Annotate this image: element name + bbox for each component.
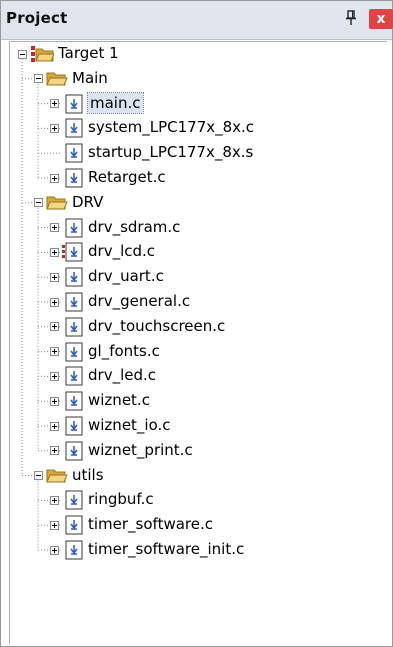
node-label: drv_touchscreen.c xyxy=(88,316,226,335)
node-label: startup_LPC177x_8x.s xyxy=(88,143,254,162)
source-file-icon xyxy=(62,267,84,291)
node-label: drv_general.c xyxy=(88,292,191,310)
source-file-icon xyxy=(62,441,84,465)
collapse-icon[interactable] xyxy=(33,471,43,481)
expand-icon[interactable] xyxy=(49,347,59,357)
expand-icon[interactable] xyxy=(49,446,59,456)
expand-icon[interactable] xyxy=(49,123,59,133)
node-label: drv_lcd.c xyxy=(88,242,156,261)
collapse-icon[interactable] xyxy=(33,74,43,84)
folder-open-icon xyxy=(46,70,68,91)
node-label: drv_sdram.c xyxy=(88,217,181,236)
tree-node-group-utils[interactable]: utils xyxy=(10,464,380,488)
source-file-icon xyxy=(62,342,84,366)
tree-node-file[interactable]: main.c xyxy=(10,91,380,118)
node-label: gl_fonts.c xyxy=(88,341,160,360)
collapse-icon[interactable] xyxy=(33,198,43,208)
close-button[interactable]: x xyxy=(369,9,393,29)
source-file-icon xyxy=(62,317,84,341)
node-label: system_LPC177x_8x.c xyxy=(88,118,255,137)
tree-node-file[interactable]: wiznet_io.c xyxy=(10,414,380,438)
tree-node-file[interactable]: drv_lcd.c xyxy=(10,240,380,264)
node-label: drv_uart.c xyxy=(88,267,164,286)
source-file-icon xyxy=(62,490,84,514)
node-label: utils xyxy=(72,465,104,484)
expand-icon[interactable] xyxy=(49,322,59,332)
pin-icon[interactable] xyxy=(344,10,358,26)
source-file-icon xyxy=(62,366,84,390)
close-icon: x xyxy=(376,11,386,27)
tree-node-file[interactable]: ringbuf.c xyxy=(10,488,380,512)
tree-node-file[interactable]: gl_fonts.c xyxy=(10,340,380,364)
node-label: wiznet_io.c xyxy=(88,416,171,434)
collapse-icon[interactable] xyxy=(17,49,27,59)
source-file-icon xyxy=(62,292,84,316)
node-label: Target 1 xyxy=(58,44,119,62)
node-label: wiznet_print.c xyxy=(88,440,193,459)
source-file-icon xyxy=(62,416,84,440)
source-file-icon xyxy=(62,218,84,242)
node-label: DRV xyxy=(72,192,104,211)
expand-icon[interactable] xyxy=(49,495,59,505)
node-label: wiznet.c xyxy=(88,391,150,410)
folder-open-icon xyxy=(46,467,68,488)
panel-titlebar: Project x xyxy=(1,1,393,40)
tree-node-file[interactable]: timer_software_init.c xyxy=(10,538,380,562)
expand-icon[interactable] xyxy=(49,520,59,530)
tree-node-group-main[interactable]: Main xyxy=(10,67,380,91)
tree-node-file[interactable]: wiznet_print.c xyxy=(10,439,380,463)
node-label: Retarget.c xyxy=(88,168,166,186)
expand-icon[interactable] xyxy=(49,371,59,381)
tree-node-file[interactable]: drv_uart.c xyxy=(10,265,380,289)
expand-icon[interactable] xyxy=(49,247,59,257)
source-file-icon xyxy=(62,94,84,118)
target-folder-icon xyxy=(30,45,55,67)
tree-node-file[interactable]: drv_led.c xyxy=(10,364,380,388)
expand-icon[interactable] xyxy=(49,545,59,555)
tree-node-target[interactable]: Target 1 xyxy=(10,42,380,66)
project-panel: Project x Target 1 Main main.c system_LPC17… xyxy=(0,0,393,647)
project-tree: Target 1 Main main.c system_LPC177x_8x.csta… xyxy=(9,41,387,644)
tree-node-file[interactable]: drv_sdram.c xyxy=(10,216,380,240)
tree-node-file[interactable]: drv_touchscreen.c xyxy=(10,315,380,339)
folder-open-icon xyxy=(46,194,68,215)
source-file-icon xyxy=(62,242,84,266)
source-file-icon xyxy=(62,118,84,142)
expand-icon[interactable] xyxy=(49,272,59,282)
node-label: ringbuf.c xyxy=(88,490,154,509)
tree-node-file[interactable]: startup_LPC177x_8x.s xyxy=(10,141,380,165)
node-label: drv_led.c xyxy=(88,366,156,385)
expand-icon[interactable] xyxy=(49,396,59,406)
panel-title: Project xyxy=(6,9,68,27)
node-label: main.c xyxy=(87,91,144,114)
expand-icon[interactable] xyxy=(49,173,59,183)
source-file-icon xyxy=(62,540,84,564)
source-file-icon xyxy=(62,143,84,167)
expand-icon[interactable] xyxy=(49,223,59,233)
source-file-icon xyxy=(62,515,84,539)
expand-icon[interactable] xyxy=(49,99,59,109)
tree-node-file[interactable]: drv_general.c xyxy=(10,290,380,314)
tree-node-file[interactable]: timer_software.c xyxy=(10,513,380,537)
tree-node-file[interactable]: Retarget.c xyxy=(10,166,380,190)
node-label: timer_software_init.c xyxy=(88,540,245,558)
tree-node-group-drv[interactable]: DRV xyxy=(10,191,380,215)
source-file-icon xyxy=(62,391,84,415)
expand-icon[interactable] xyxy=(49,421,59,431)
tree-node-file[interactable]: wiznet.c xyxy=(10,389,380,413)
node-label: timer_software.c xyxy=(88,515,213,534)
tree-node-file[interactable]: system_LPC177x_8x.c xyxy=(10,116,380,140)
source-file-icon xyxy=(62,168,84,192)
expand-icon[interactable] xyxy=(49,297,59,307)
node-label: Main xyxy=(72,68,108,87)
